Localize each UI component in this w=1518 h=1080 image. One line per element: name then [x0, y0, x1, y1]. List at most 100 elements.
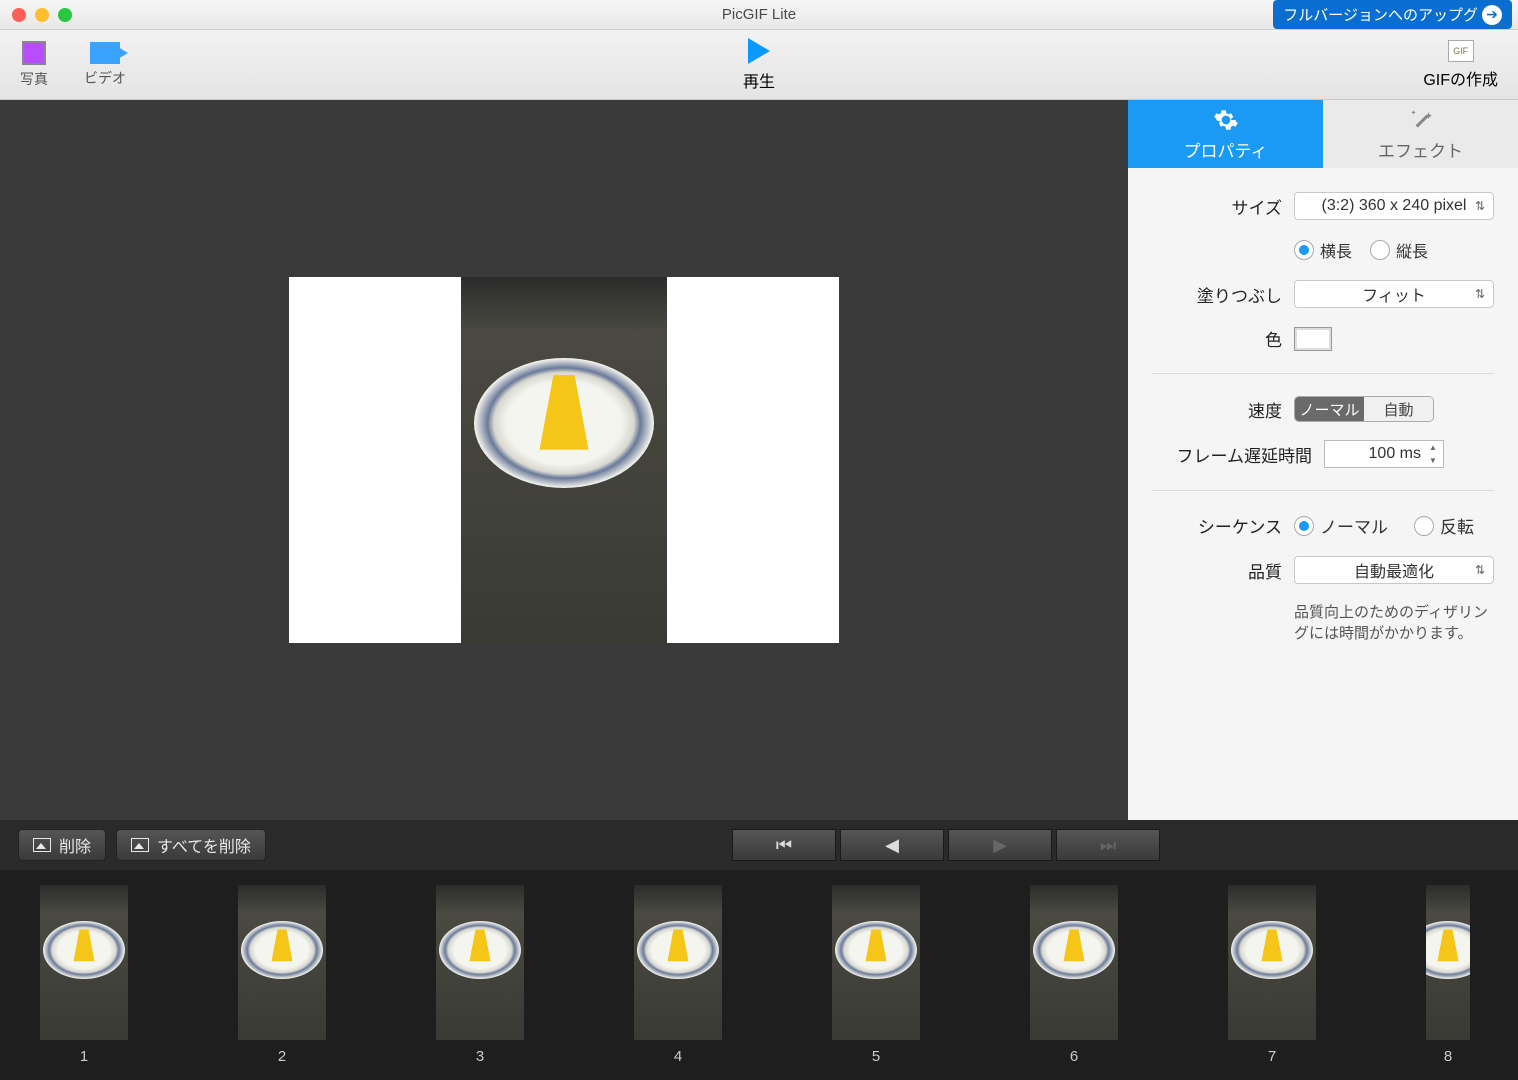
video-icon — [90, 42, 120, 64]
tab-effects-label: エフェクト — [1378, 137, 1463, 162]
frame-number: 1 — [80, 1048, 88, 1065]
video-label: ビデオ — [84, 68, 126, 88]
frame-delay-input[interactable]: 100 ms ▲▼ — [1324, 440, 1444, 468]
chevron-updown-icon: ⇅ — [1475, 563, 1485, 577]
delay-label: フレーム遅延時間 — [1152, 442, 1312, 467]
frame-item[interactable]: 5 — [832, 885, 920, 1065]
frame-number: 4 — [674, 1048, 682, 1065]
delete-frame-button[interactable]: 削除 — [18, 829, 106, 861]
quality-hint: 品質向上のためのディザリングには時間がかかります。 — [1294, 602, 1494, 644]
size-value: (3:2) 360 x 240 pixel — [1322, 197, 1467, 215]
chevron-updown-icon: ⇅ — [1475, 199, 1485, 213]
photo-icon — [22, 41, 46, 65]
canvas-area — [0, 100, 1128, 820]
tab-properties[interactable]: プロパティ — [1128, 100, 1323, 168]
frame-thumbnail — [238, 885, 326, 1040]
main-toolbar: 写真 ビデオ 再生 GIF GIFの作成 — [0, 30, 1518, 100]
delay-value: 100 ms — [1369, 445, 1421, 463]
frame-item[interactable]: 4 — [634, 885, 722, 1065]
image-icon — [33, 838, 51, 852]
gear-icon — [1213, 107, 1239, 133]
orientation-landscape[interactable]: 横長 — [1294, 238, 1352, 262]
frame-number: 8 — [1444, 1048, 1452, 1065]
quality-label: 品質 — [1152, 558, 1282, 583]
divider — [1152, 373, 1494, 374]
play-button[interactable]: 再生 — [743, 38, 775, 92]
quality-value: 自動最適化 — [1354, 558, 1434, 582]
frame-item[interactable]: 3 — [436, 885, 524, 1065]
add-photo-button[interactable]: 写真 — [20, 41, 48, 89]
frame-item[interactable]: 1 — [40, 885, 128, 1065]
side-panel: プロパティ エフェクト サイズ (3:2) 360 x 240 pixel ⇅ … — [1128, 100, 1518, 820]
frame-item[interactable]: 6 — [1030, 885, 1118, 1065]
gif-label: GIFの作成 — [1423, 66, 1498, 90]
frame-thumbnail — [634, 885, 722, 1040]
speed-normal-option[interactable]: ノーマル — [1295, 397, 1364, 421]
fill-label: 塗りつぶし — [1152, 282, 1282, 307]
tab-properties-label: プロパティ — [1184, 137, 1268, 162]
fill-select[interactable]: フィット ⇅ — [1294, 280, 1494, 308]
quality-select[interactable]: 自動最適化 ⇅ — [1294, 556, 1494, 584]
traffic-lights — [0, 8, 72, 22]
stepper-up-icon[interactable]: ▲ — [1425, 441, 1441, 454]
frame-thumbnail — [1228, 885, 1316, 1040]
frame-thumbnail — [40, 885, 128, 1040]
play-icon — [748, 38, 770, 64]
arrow-left-icon: ◀ — [885, 835, 899, 856]
speed-auto-option[interactable]: 自動 — [1364, 397, 1433, 421]
radio-on-icon — [1294, 516, 1314, 536]
skip-last-icon: ⏭ — [1100, 835, 1116, 856]
orientation-portrait[interactable]: 縦長 — [1370, 238, 1428, 262]
upgrade-button[interactable]: フルバージョンへのアップグ ➔ — [1273, 0, 1512, 29]
frame-thumbnail — [1426, 885, 1470, 1040]
zoom-window-icon[interactable] — [58, 8, 72, 22]
arrow-right-icon: ➔ — [1482, 5, 1502, 25]
sequence-reverse[interactable]: 反転 — [1414, 513, 1474, 538]
frame-number: 2 — [278, 1048, 286, 1065]
preview-frame — [289, 277, 839, 643]
arrow-right-icon: ▶ — [993, 835, 1007, 856]
nav-prev-button[interactable]: ◀ — [840, 829, 944, 861]
frame-item[interactable]: 7 — [1228, 885, 1316, 1065]
add-video-button[interactable]: ビデオ — [84, 42, 126, 88]
radio-off-icon — [1414, 516, 1434, 536]
frame-thumbnail — [832, 885, 920, 1040]
skip-first-icon: ⏮ — [776, 835, 792, 856]
divider — [1152, 490, 1494, 491]
frame-number: 7 — [1268, 1048, 1276, 1065]
radio-on-icon — [1294, 240, 1314, 260]
speed-label: 速度 — [1152, 397, 1282, 422]
color-swatch[interactable] — [1294, 327, 1332, 351]
titlebar: PicGIF Lite フルバージョンへのアップグ ➔ — [0, 0, 1518, 30]
color-label: 色 — [1152, 326, 1282, 351]
timeline-toolbar: 削除 すべてを削除 ⏮ ◀ ▶ ⏭ — [0, 820, 1518, 870]
nav-next-button[interactable]: ▶ — [948, 829, 1052, 861]
nav-first-button[interactable]: ⏮ — [732, 829, 836, 861]
upgrade-label: フルバージョンへのアップグ — [1283, 4, 1478, 25]
image-icon — [131, 838, 149, 852]
size-select[interactable]: (3:2) 360 x 240 pixel ⇅ — [1294, 192, 1494, 220]
minimize-window-icon[interactable] — [35, 8, 49, 22]
create-gif-button[interactable]: GIF GIFの作成 — [1423, 40, 1498, 90]
stepper-down-icon[interactable]: ▼ — [1425, 454, 1441, 467]
delete-all-button[interactable]: すべてを削除 — [116, 829, 266, 861]
frames-strip[interactable]: 1 2 3 4 5 6 7 8 — [0, 870, 1518, 1080]
nav-last-button[interactable]: ⏭ — [1056, 829, 1160, 861]
chevron-updown-icon: ⇅ — [1475, 287, 1485, 301]
frame-number: 3 — [476, 1048, 484, 1065]
size-label: サイズ — [1152, 194, 1282, 219]
frame-thumbnail — [436, 885, 524, 1040]
gif-icon: GIF — [1448, 40, 1474, 62]
sequence-normal[interactable]: ノーマル — [1294, 513, 1388, 538]
radio-off-icon — [1370, 240, 1390, 260]
wand-icon — [1408, 107, 1434, 133]
frame-thumbnail — [1030, 885, 1118, 1040]
sequence-label: シーケンス — [1152, 513, 1282, 538]
tab-effects[interactable]: エフェクト — [1323, 100, 1518, 168]
speed-segmented[interactable]: ノーマル 自動 — [1294, 396, 1434, 422]
close-window-icon[interactable] — [12, 8, 26, 22]
frame-item[interactable]: 8 — [1426, 885, 1470, 1065]
frame-number: 5 — [872, 1048, 880, 1065]
frame-item[interactable]: 2 — [238, 885, 326, 1065]
preview-image — [461, 277, 667, 643]
